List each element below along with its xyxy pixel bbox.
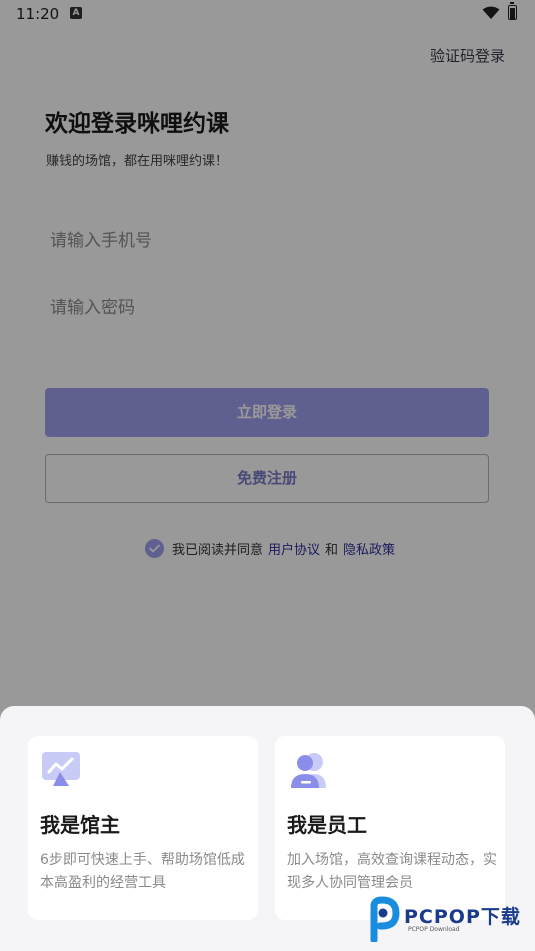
owner-role-card[interactable]: 我是馆主 6步即可快速上手、帮助场馆低成本高盈利的经营工具 [28, 736, 258, 920]
staff-role-desc: 加入场馆，高效查询课程动态，实现多人协同管理会员 [287, 852, 497, 891]
watermark-brand: PCPOP下载 [404, 906, 521, 928]
watermark-sub: PCPOP Download [408, 926, 460, 933]
login-screen: 11:20 A 验证码登录 欢迎登录咪哩约课 赚钱的场馆，都在用咪哩约课！ 立即… [0, 0, 535, 951]
staff-user-icon [291, 753, 326, 788]
staff-role-card[interactable]: 我是员工 加入场馆，高效查询课程动态，实现多人协同管理会员 [275, 736, 505, 920]
watermark: PCPOP下载 PCPOP Download [364, 896, 529, 942]
owner-role-desc: 6步即可快速上手、帮助场馆低成本高盈利的经营工具 [40, 852, 245, 891]
watermark-logo-icon [370, 896, 400, 942]
owner-role-title: 我是馆主 [40, 813, 120, 837]
chart-monitor-icon [42, 752, 80, 786]
staff-role-title: 我是员工 [287, 813, 367, 837]
